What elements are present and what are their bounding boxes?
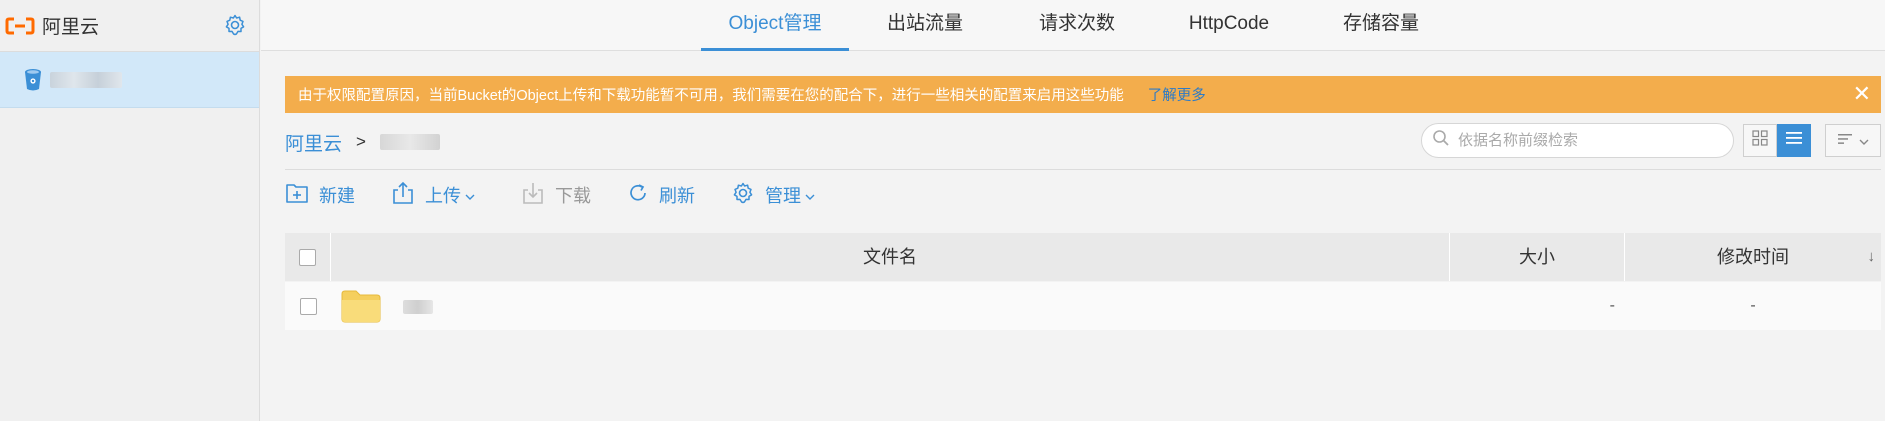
sidebar: 阿里云 <box>0 0 260 421</box>
close-icon[interactable]: ✕ <box>1853 82 1871 106</box>
sort-arrow-icon: ↓ <box>1867 248 1876 265</box>
breadcrumb-root[interactable]: 阿里云 <box>285 129 342 156</box>
gear-icon <box>731 181 765 210</box>
upload-label: 上传 <box>425 186 461 206</box>
modified-cell: - <box>1750 297 1756 314</box>
banner-message: 由于权限配置原因，当前Bucket的Object上传和下载功能暂不可用，我们需要… <box>298 88 1124 104</box>
download-icon <box>521 181 555 210</box>
size-cell: - <box>1609 297 1615 314</box>
column-header-size[interactable]: 大小 <box>1450 233 1625 281</box>
refresh-icon <box>627 182 659 209</box>
search-box <box>1421 123 1734 158</box>
aliyun-logo-icon <box>4 15 36 37</box>
permission-warning-banner: 由于权限配置原因，当前Bucket的Object上传和下载功能暂不可用，我们需要… <box>285 76 1881 113</box>
column-header-modified[interactable]: 修改时间 ↓ <box>1625 233 1881 281</box>
manage-label: 管理 <box>765 186 801 206</box>
upload-button[interactable]: 上传 <box>391 181 485 210</box>
refresh-label: 刷新 <box>659 186 695 206</box>
learn-more-link[interactable]: 了解更多 <box>1148 84 1206 105</box>
refresh-button[interactable]: 刷新 <box>627 182 695 209</box>
download-button[interactable]: 下载 <box>521 181 591 210</box>
search-input[interactable] <box>1458 132 1718 149</box>
column-header-filename[interactable]: 文件名 <box>331 233 1450 281</box>
tab-httpcode[interactable]: HttpCode <box>1153 0 1305 51</box>
grid-view-icon <box>1752 130 1768 151</box>
folder-name-redacted[interactable] <box>403 300 433 314</box>
sort-dropdown-button[interactable] <box>1825 124 1881 157</box>
manage-button[interactable]: 管理 <box>731 181 825 210</box>
chevron-down-icon <box>805 185 825 206</box>
sidebar-title: 阿里云 <box>42 17 100 38</box>
folder-icon <box>340 288 382 329</box>
chevron-down-icon <box>1859 131 1869 151</box>
new-folder-button[interactable]: 新建 <box>285 182 355 209</box>
table-row[interactable]: - - <box>285 282 1881 330</box>
list-view-button[interactable] <box>1777 124 1811 157</box>
row-checkbox[interactable] <box>299 297 317 315</box>
top-tab-bar: Object管理 出站流量 请求次数 HttpCode 存储容量 <box>261 0 1885 51</box>
new-folder-icon <box>285 182 319 209</box>
table-header: 文件名 大小 修改时间 ↓ <box>285 233 1881 281</box>
breadcrumb-separator: > <box>356 132 366 151</box>
object-toolbar: 新建 上传 下载 刷新 管理 <box>285 180 861 210</box>
settings-gear-icon[interactable] <box>223 13 247 37</box>
tab-outbound-traffic[interactable]: 出站流量 <box>849 0 1001 51</box>
select-all-checkbox[interactable] <box>299 248 316 266</box>
list-view-icon <box>1785 130 1803 151</box>
search-icon <box>1432 129 1450 152</box>
bucket-name-redacted <box>50 71 122 88</box>
divider <box>285 169 1881 170</box>
row-select-cell <box>285 282 331 330</box>
tab-storage-capacity[interactable]: 存储容量 <box>1305 0 1457 51</box>
sidebar-item-bucket[interactable] <box>0 52 259 108</box>
column-header-modified-label: 修改时间 <box>1717 247 1789 267</box>
grid-view-button[interactable] <box>1743 124 1777 157</box>
download-label: 下载 <box>555 186 591 206</box>
new-label: 新建 <box>319 186 355 206</box>
sidebar-header: 阿里云 <box>0 0 259 52</box>
sort-icon <box>1837 131 1853 151</box>
breadcrumb-bucket-redacted <box>379 134 440 150</box>
chevron-down-icon <box>465 185 485 206</box>
upload-icon <box>391 181 425 210</box>
tab-object-management[interactable]: Object管理 <box>701 0 849 51</box>
bucket-icon <box>22 67 44 93</box>
select-all-cell <box>285 233 331 281</box>
tab-request-count[interactable]: 请求次数 <box>1001 0 1153 51</box>
breadcrumb: 阿里云 > <box>285 129 440 156</box>
